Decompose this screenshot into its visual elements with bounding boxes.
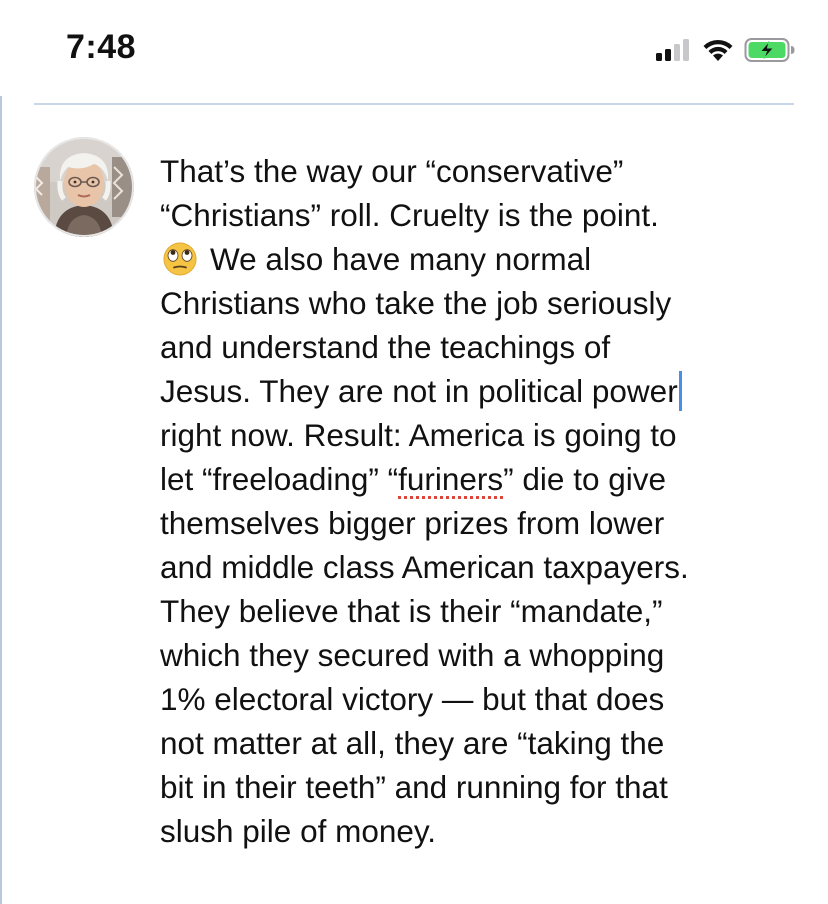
comment-line: and middle class American taxpayers.	[160, 549, 689, 585]
comment-line: That’s the way our “conservative”	[160, 153, 624, 189]
divider	[34, 103, 794, 105]
comment-line: slush pile of money.	[160, 813, 437, 849]
text-cursor	[678, 371, 682, 411]
comment-line: They believe that is their “mandate,”	[160, 593, 663, 629]
comment-line: which they secured with a whopping	[160, 637, 665, 673]
wifi-icon	[703, 39, 733, 61]
comment-line-text: let “freeloading” “	[160, 461, 399, 497]
face-with-rolling-eyes-icon	[163, 242, 197, 276]
avatar-image	[34, 137, 134, 237]
status-bar: 7:48	[0, 0, 828, 96]
status-icons	[656, 36, 796, 64]
misspelled-word[interactable]: furiners	[398, 461, 503, 497]
comment-line: let “freeloading” “furiners” die to give	[160, 457, 800, 501]
thread-line	[0, 96, 2, 904]
cellular-signal-icon	[656, 39, 689, 61]
comment-line: right now. Result: America is going to	[160, 417, 677, 453]
comment-line: themselves bigger prizes from lower	[160, 505, 665, 541]
comment-line-text: ” die to give	[503, 461, 667, 497]
comment-line: Christians who take the job seriously	[160, 285, 672, 321]
comment-line: not matter at all, they are “taking the	[160, 725, 665, 761]
comment-line: and understand the teachings of	[160, 329, 611, 365]
comment-line-text: Jesus. They are not in political power	[160, 373, 678, 409]
comment-line: We also have many normal	[160, 237, 800, 281]
comment-line: “Christians” roll. Cruelty is the point.	[160, 197, 659, 233]
comment-text[interactable]: That’s the way our “conservative” “Chris…	[160, 149, 800, 853]
status-time: 7:48	[66, 28, 137, 66]
comment-line: Jesus. They are not in political power	[160, 369, 800, 413]
user-avatar[interactable]	[34, 137, 134, 237]
comment-line: bit in their teeth” and running for that	[160, 769, 668, 805]
comment-line: 1% electoral victory — but that does	[160, 681, 665, 717]
comment-line-text: We also have many normal	[210, 241, 592, 277]
screen: 7:48 That’s the way our “conservative” “…	[0, 0, 828, 904]
battery-charging-icon	[744, 38, 795, 62]
